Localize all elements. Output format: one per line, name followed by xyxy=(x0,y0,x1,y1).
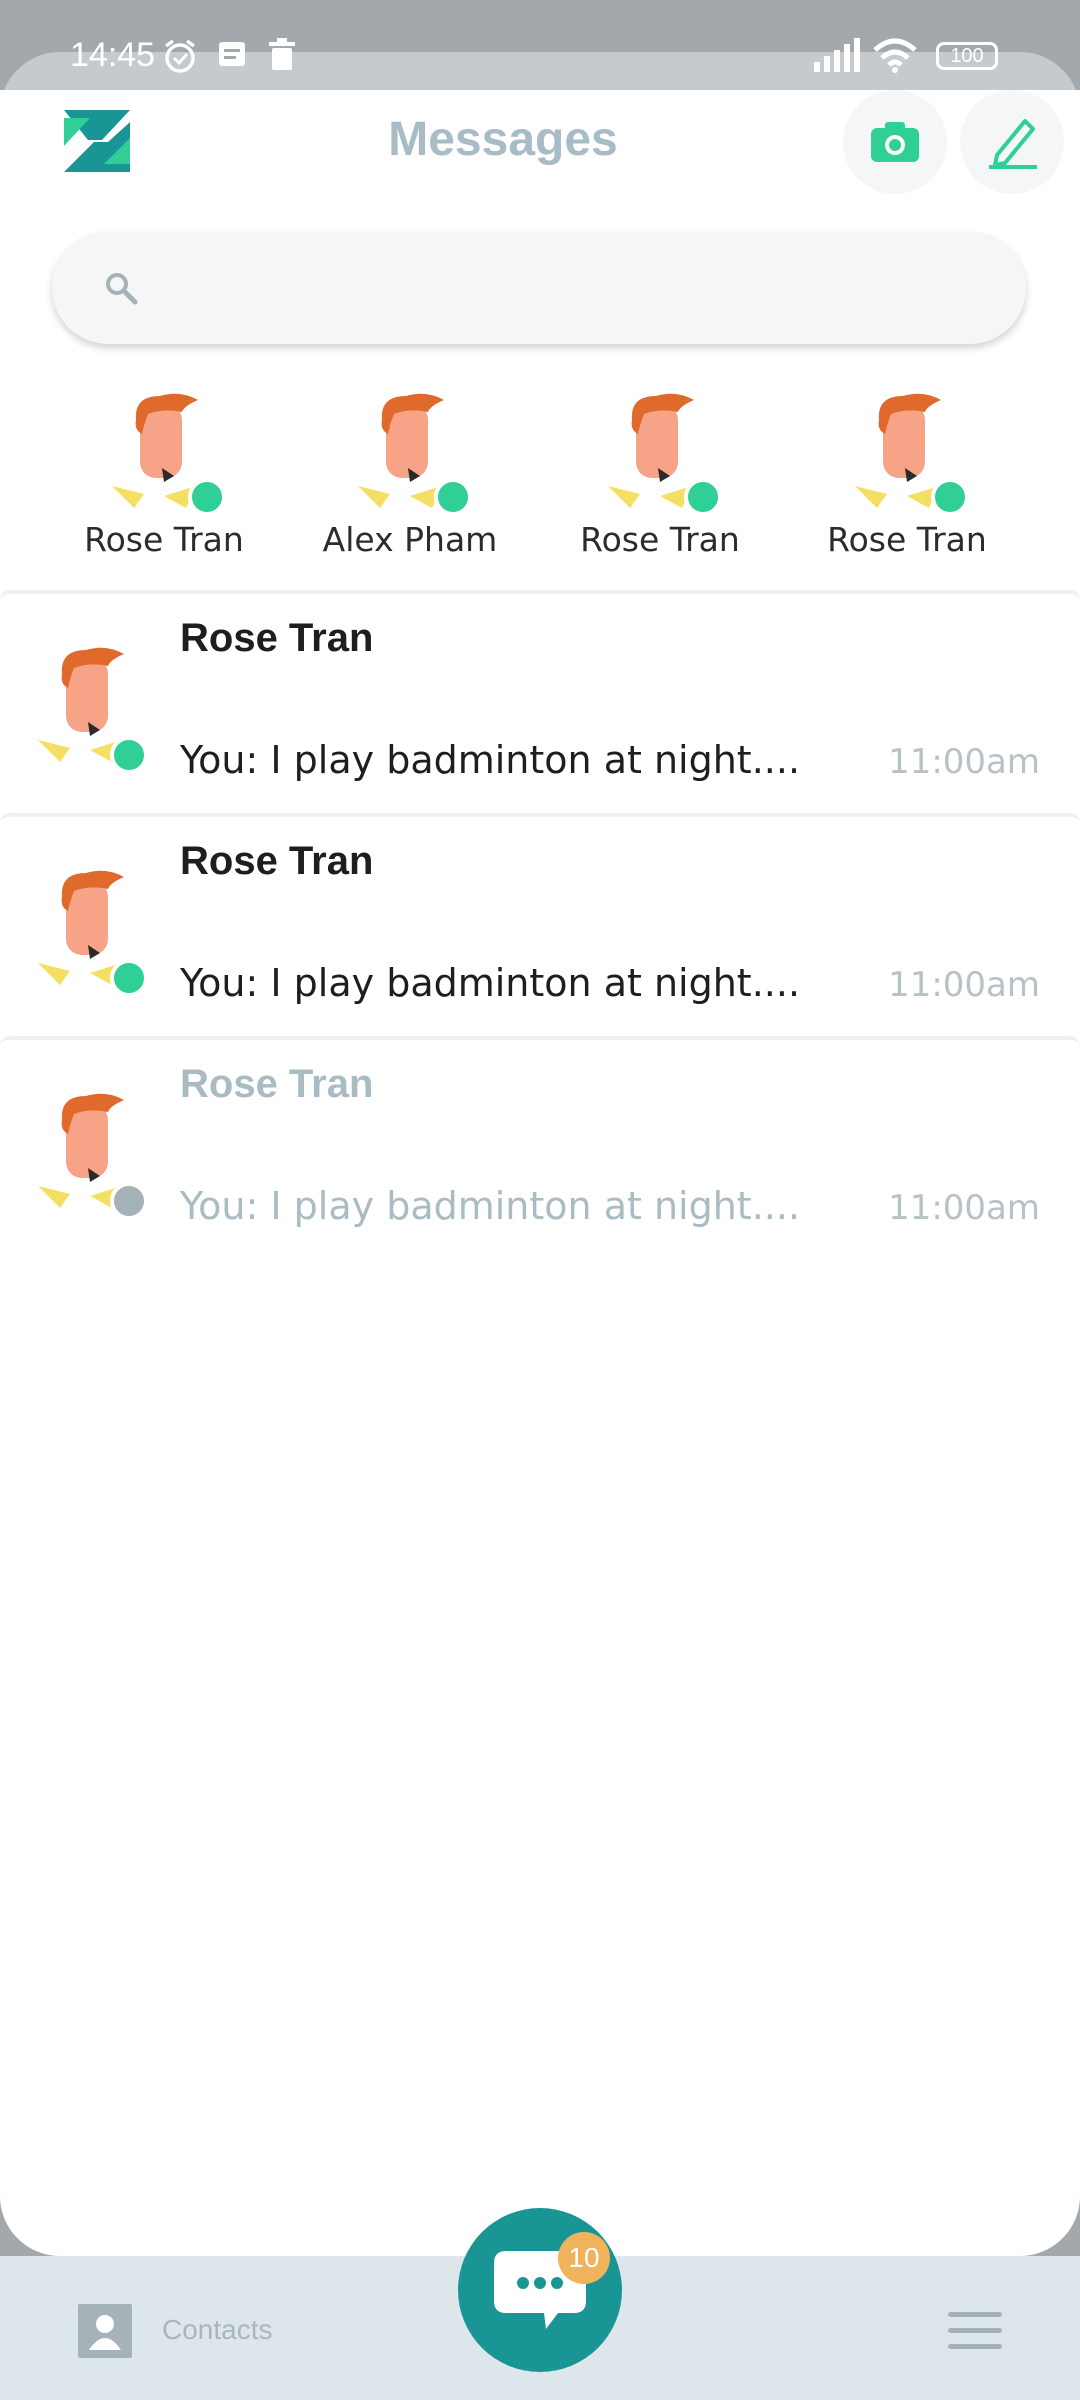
online-status-dot xyxy=(110,736,148,774)
battery-level: 100 xyxy=(950,45,984,67)
notes-icon xyxy=(219,42,245,66)
alarm-icon xyxy=(164,39,196,73)
story-name: Rose Tran xyxy=(580,520,740,559)
unread-badge: 10 xyxy=(558,2232,610,2284)
conversation-list: Rose Tran You: I play badminton at night… xyxy=(0,590,1080,1259)
edit-icon xyxy=(989,119,1037,169)
story-name: Rose Tran xyxy=(827,520,987,559)
camera-button[interactable] xyxy=(843,90,947,194)
avatar xyxy=(847,390,969,518)
avatar xyxy=(350,390,472,518)
compose-button[interactable] xyxy=(960,90,1064,194)
conversation-name: Rose Tran xyxy=(180,1062,374,1106)
avatar xyxy=(104,390,226,518)
online-status-dot xyxy=(434,478,472,516)
avatar xyxy=(30,644,150,774)
conversation-name: Rose Tran xyxy=(180,616,374,660)
menu-icon[interactable] xyxy=(948,2312,1002,2352)
avatar xyxy=(600,390,722,518)
conversation-row[interactable]: Rose Tran You: I play badminton at night… xyxy=(0,590,1080,808)
search-icon xyxy=(106,273,138,305)
chat-fab-button[interactable] xyxy=(458,2208,622,2372)
conversation-preview: You: I play badminton at night.... xyxy=(180,1184,801,1228)
contacts-tab[interactable]: Contacts xyxy=(162,2314,273,2346)
story-item[interactable]: Alex Pham xyxy=(300,390,520,559)
active-contacts-row: Rose Tran Alex Pham Rose Tran Rose Tran xyxy=(0,390,1080,580)
online-status-dot xyxy=(931,478,969,516)
contacts-icon[interactable] xyxy=(78,2304,132,2358)
story-item[interactable]: Rose Tran xyxy=(54,390,274,559)
story-item[interactable]: Rose Tran xyxy=(550,390,770,559)
conversation-row[interactable]: Rose Tran You: I play badminton at night… xyxy=(0,813,1080,1031)
conversation-name: Rose Tran xyxy=(180,839,374,883)
conversation-preview: You: I play badminton at night.... xyxy=(180,961,801,1005)
offline-status-dot xyxy=(110,1182,148,1220)
signal-icon xyxy=(814,38,860,72)
messages-screen: Messages Rose Tran Alex Pham Rose Tran R… xyxy=(0,90,1080,2256)
camera-icon xyxy=(871,122,919,162)
story-item[interactable]: Rose Tran xyxy=(797,390,1017,559)
avatar xyxy=(30,1090,150,1220)
conversation-row[interactable]: Rose Tran You: I play badminton at night… xyxy=(0,1036,1080,1254)
wifi-icon xyxy=(873,38,917,73)
conversation-time: 11:00am xyxy=(888,1188,1040,1228)
conversation-preview: You: I play badminton at night.... xyxy=(180,738,801,782)
story-name: Alex Pham xyxy=(322,520,498,559)
status-time: 14:45 xyxy=(70,36,156,74)
online-status-dot xyxy=(188,478,226,516)
search-input[interactable] xyxy=(158,268,982,308)
conversation-time: 11:00am xyxy=(888,742,1040,782)
online-status-dot xyxy=(684,478,722,516)
search-bar[interactable] xyxy=(52,232,1026,344)
conversation-time: 11:00am xyxy=(888,965,1040,1005)
online-status-dot xyxy=(110,959,148,997)
trash-icon xyxy=(269,38,295,70)
battery-icon: 100 xyxy=(936,42,998,70)
avatar xyxy=(30,867,150,997)
story-name: Rose Tran xyxy=(84,520,244,559)
